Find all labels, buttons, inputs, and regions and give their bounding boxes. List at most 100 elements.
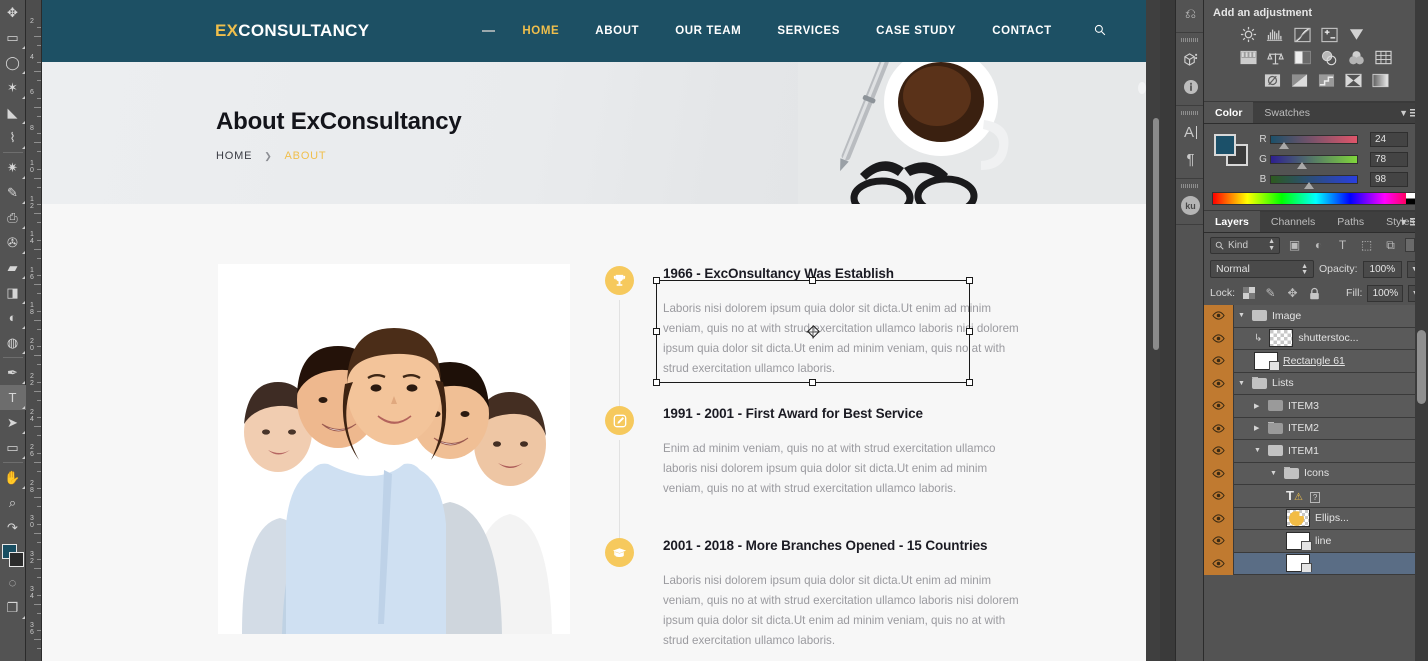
history-brush-tool[interactable]: ✇ xyxy=(0,230,26,255)
gradient-map-icon[interactable] xyxy=(1343,72,1363,89)
hand-tool[interactable]: ✋ xyxy=(0,465,26,490)
tab-channels[interactable]: Channels xyxy=(1260,211,1326,232)
dock-grip[interactable] xyxy=(1181,184,1198,188)
layer-name[interactable]: Lists xyxy=(1272,377,1294,389)
threshold-icon[interactable] xyxy=(1316,72,1336,89)
character-panel-icon[interactable]: A xyxy=(1176,119,1205,146)
mini-bridge-icon[interactable] xyxy=(1176,46,1205,73)
layer-visibility-eye-icon[interactable] xyxy=(1204,439,1234,462)
document-scroll-thumb[interactable] xyxy=(1153,118,1159,350)
breadcrumb-home[interactable]: HOME xyxy=(216,150,252,162)
panel-vertical-scrollbar[interactable] xyxy=(1415,0,1428,661)
history-panel-icon[interactable]: ⎌ xyxy=(1176,0,1205,27)
color-balance-icon[interactable] xyxy=(1265,49,1285,66)
vibrance-icon[interactable] xyxy=(1346,26,1366,43)
lock-all-icon[interactable] xyxy=(1306,285,1323,302)
crop-tool[interactable]: ◣ xyxy=(0,100,26,125)
gradient-tool[interactable]: ◨ xyxy=(0,280,26,305)
layer-filter-kind-select[interactable]: Kind ▲ ▼ xyxy=(1210,236,1280,254)
opacity-value[interactable]: 100% xyxy=(1362,260,1403,278)
layer-name[interactable]: Rectangle 61 xyxy=(1283,355,1345,367)
layer-thumbnail[interactable] xyxy=(1286,554,1312,573)
foreground-color-chip[interactable] xyxy=(1214,134,1236,156)
photo-filter-icon[interactable] xyxy=(1319,49,1339,66)
layer-thumbnail[interactable] xyxy=(1286,531,1312,550)
lock-position-icon[interactable]: ✥ xyxy=(1284,285,1301,302)
layer-row[interactable]: line xyxy=(1204,529,1428,553)
layer-name[interactable]: Image xyxy=(1272,310,1301,322)
layer-name[interactable]: line xyxy=(1315,535,1331,547)
tab-swatches[interactable]: Swatches xyxy=(1253,102,1321,123)
layer-thumbnail[interactable] xyxy=(1286,509,1310,528)
layer-visibility-eye-icon[interactable] xyxy=(1204,349,1234,372)
rotate-view-tool[interactable]: ↷ xyxy=(0,515,26,540)
background-color-swatch[interactable] xyxy=(8,552,24,567)
brush-tool[interactable]: ✎ xyxy=(0,180,26,205)
layer-row[interactable]: Rectangle 61 xyxy=(1204,349,1428,373)
kuler-panel-icon[interactable]: ku xyxy=(1176,192,1205,219)
layer-visibility-eye-icon[interactable] xyxy=(1204,507,1234,530)
layer-row-body[interactable]: ▶ ITEM3 xyxy=(1234,399,1428,412)
eyedropper-tool[interactable]: ⌇ xyxy=(0,125,26,150)
layer-row-body[interactable]: ▶ ITEM2 xyxy=(1234,422,1428,434)
blend-mode-select[interactable]: Normal ▲ ▼ xyxy=(1210,260,1314,278)
document-canvas[interactable]: EXCONSULTANCY HOME ABOUT OUR TEAM SERVIC… xyxy=(42,0,1160,661)
layer-visibility-eye-icon[interactable] xyxy=(1204,529,1234,552)
quick-mask-toggle[interactable]: ◌ xyxy=(0,570,26,595)
layer-visibility-eye-icon[interactable] xyxy=(1204,484,1234,507)
filter-shape-icon[interactable]: ⬚ xyxy=(1357,237,1376,254)
rectangle-tool[interactable]: ▭ xyxy=(0,435,26,460)
paragraph-panel-icon[interactable]: ¶ xyxy=(1176,146,1205,173)
layer-row-body[interactable]: Ellips... xyxy=(1234,509,1428,528)
horizontal-type-tool[interactable]: T xyxy=(0,385,26,410)
layer-row-body[interactable]: ▼ Icons xyxy=(1234,467,1428,479)
tab-color[interactable]: Color xyxy=(1204,102,1254,123)
layer-row-body[interactable]: line xyxy=(1234,531,1428,550)
zoom-tool[interactable]: ⌕ xyxy=(0,490,26,515)
layer-visibility-eye-icon[interactable] xyxy=(1204,552,1234,575)
fill-value[interactable]: 100% xyxy=(1367,284,1404,302)
chevron-down-icon[interactable]: ▼ xyxy=(1254,447,1263,454)
chevron-down-icon[interactable]: ▼ xyxy=(1270,470,1279,477)
channel-value-b[interactable]: 98 xyxy=(1370,171,1408,187)
levels-icon[interactable] xyxy=(1265,26,1285,43)
layer-name[interactable]: ITEM2 xyxy=(1288,422,1319,434)
layer-thumbnail[interactable] xyxy=(1254,351,1280,370)
layer-name[interactable]: ITEM3 xyxy=(1288,400,1319,412)
channel-slider-r[interactable] xyxy=(1270,134,1358,149)
layer-row-body[interactable]: ▼ ITEM1 xyxy=(1234,444,1428,457)
layer-visibility-eye-icon[interactable] xyxy=(1204,417,1234,440)
layer-row[interactable]: T⚠? xyxy=(1204,484,1428,508)
rectangular-marquee-tool[interactable]: ▭ xyxy=(0,25,26,50)
layer-name[interactable]: Ellips... xyxy=(1315,512,1349,524)
color-panel-swatches[interactable] xyxy=(1214,134,1248,166)
chevron-down-icon[interactable]: ▼ xyxy=(1238,312,1247,319)
channel-slider-g[interactable] xyxy=(1270,154,1358,169)
channel-value-r[interactable]: 24 xyxy=(1370,131,1408,147)
dodge-tool[interactable]: ◍ xyxy=(0,330,26,355)
lock-image-pixels-icon[interactable]: ✎ xyxy=(1262,285,1279,302)
tab-layers[interactable]: Layers xyxy=(1204,211,1260,232)
filter-type-icon[interactable]: T xyxy=(1333,237,1352,254)
layer-name[interactable]: ITEM1 xyxy=(1288,445,1319,457)
blur-tool[interactable]: ◐ xyxy=(0,305,26,330)
selective-color-icon[interactable] xyxy=(1370,72,1390,89)
layer-visibility-eye-icon[interactable] xyxy=(1204,462,1234,485)
lock-transparent-pixels-icon[interactable] xyxy=(1240,285,1257,302)
path-selection-tool[interactable]: ➤ xyxy=(0,410,26,435)
spot-healing-brush-tool[interactable]: ✷ xyxy=(0,155,26,180)
layer-row-body[interactable] xyxy=(1234,554,1428,573)
layer-row-body[interactable]: ↳ shutterstoc... xyxy=(1234,329,1428,348)
color-swatches[interactable] xyxy=(0,542,26,570)
nav-item-services[interactable]: SERVICES xyxy=(759,25,858,37)
lasso-tool[interactable]: ◯ xyxy=(0,50,26,75)
curves-icon[interactable] xyxy=(1292,26,1312,43)
layer-row-body[interactable]: Rectangle 61 xyxy=(1234,351,1428,370)
layer-visibility-eye-icon[interactable] xyxy=(1204,304,1234,327)
layer-visibility-eye-icon[interactable] xyxy=(1204,394,1234,417)
layer-thumbnail[interactable] xyxy=(1269,329,1294,348)
channel-slider-b[interactable] xyxy=(1270,174,1358,189)
layer-row-body[interactable]: ▼ Image xyxy=(1234,309,1428,322)
channel-value-g[interactable]: 78 xyxy=(1370,151,1408,167)
layer-row[interactable]: ↳ shutterstoc... xyxy=(1204,327,1428,350)
